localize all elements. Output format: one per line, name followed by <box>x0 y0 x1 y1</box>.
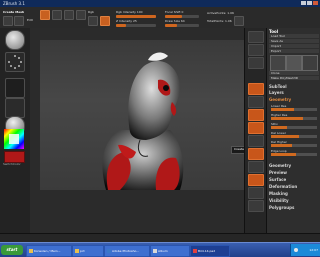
left-shelf: SwitchColor <box>0 28 31 233</box>
section-surface[interactable]: Surface <box>269 177 286 182</box>
texture-icon[interactable] <box>5 98 25 118</box>
canvas-viewport[interactable] <box>40 40 244 190</box>
draw-size-label: Draw Size 64 <box>165 19 185 23</box>
section-preview[interactable]: Preview <box>269 170 287 175</box>
sdiv-slider[interactable] <box>271 126 317 129</box>
brush-icon[interactable] <box>5 30 25 50</box>
actual-button[interactable] <box>248 57 264 69</box>
folder-icon <box>75 249 79 253</box>
focal-shift-slider[interactable] <box>165 15 199 18</box>
system-tray: 12:07 <box>290 244 320 256</box>
section-polygroups[interactable]: Polygroups <box>269 205 294 210</box>
make-polymesh-button[interactable]: Make PolyMesh3D <box>269 76 319 80</box>
save-as-button[interactable]: Save As <box>269 39 319 43</box>
taskbar-item[interactable]: Konsolen / Mein... <box>26 245 72 257</box>
z-intensity-slider[interactable] <box>116 24 156 27</box>
section-deformation[interactable]: Deformation <box>269 184 297 189</box>
symmetry-button[interactable] <box>234 16 244 26</box>
subtool-header[interactable]: SubTool <box>269 84 287 89</box>
photoshop-icon <box>107 249 111 253</box>
polyf-button[interactable] <box>248 187 264 199</box>
move-view-button[interactable] <box>248 148 264 160</box>
tool-thumbnail-3[interactable] <box>302 55 318 71</box>
color-picker[interactable] <box>3 128 25 150</box>
taskbar-item[interactable]: pct <box>72 245 104 257</box>
tool-palette: Tool Load Tool Save As Import Export Clo… <box>266 28 320 233</box>
frame-button[interactable] <box>248 135 264 147</box>
close-button[interactable] <box>313 1 318 5</box>
top-toolbar: Create Mesh Edit Rgb Rgb Intensity 100 Z… <box>0 7 320 29</box>
taskbar-item[interactable]: Adobe Photosho... <box>104 245 150 257</box>
sculpt-model <box>102 52 184 190</box>
scale-view-button[interactable] <box>248 161 264 173</box>
rotate-view-button[interactable] <box>248 174 264 186</box>
scale-button[interactable] <box>52 10 62 20</box>
del-lower-slider[interactable] <box>271 135 317 138</box>
geometry-header[interactable]: Geometry <box>269 97 291 102</box>
tool-thumbnail-2[interactable] <box>286 55 302 71</box>
rotate-button[interactable] <box>64 10 74 20</box>
album-icon <box>153 249 157 253</box>
menu-label[interactable]: Create Mesh <box>3 10 24 14</box>
total-points-label: TotalPoints: 1.06 <box>207 19 232 23</box>
transp-button[interactable] <box>248 200 264 212</box>
maximize-button[interactable] <box>307 1 312 5</box>
load-tool-button[interactable]: Load Tool <box>269 34 319 38</box>
scroll-button[interactable] <box>248 31 264 43</box>
start-button[interactable]: start <box>1 245 23 255</box>
active-points-label: ActivePoints: 1.06 <box>207 11 234 15</box>
minimize-button[interactable] <box>301 1 306 5</box>
move-button[interactable] <box>40 10 50 20</box>
section-visibility[interactable]: Visibility <box>269 198 289 203</box>
window-title: ZBrush 3.1 <box>3 1 25 6</box>
title-bar: ZBrush 3.1 <box>0 0 320 7</box>
lower-res-slider[interactable] <box>271 108 317 111</box>
section-masking[interactable]: Masking <box>269 191 288 196</box>
zbrush-icon <box>193 249 197 253</box>
import-button[interactable]: Import <box>269 44 319 48</box>
rgb-label: Rgb <box>88 10 94 14</box>
taskbar-item-active[interactable]: Bild-14.pad <box>190 245 230 257</box>
higher-res-slider[interactable] <box>271 117 317 120</box>
persp-button[interactable] <box>248 83 264 95</box>
xyz-button[interactable] <box>248 122 264 134</box>
rgb-intensity-slider[interactable] <box>116 15 156 18</box>
section-geometry[interactable]: Geometry <box>269 163 291 168</box>
edge-loop-slider[interactable] <box>271 153 317 156</box>
clone-button[interactable]: Clone <box>269 71 319 75</box>
floor-button[interactable] <box>248 96 264 108</box>
zoom-button[interactable] <box>248 44 264 56</box>
speaker-icon[interactable] <box>294 248 298 252</box>
z-intensity-label: Z Intensity 25 <box>116 19 137 23</box>
alpha-icon[interactable] <box>5 78 25 98</box>
export-button[interactable]: Export <box>269 49 319 53</box>
draw-size-slider[interactable] <box>165 24 199 27</box>
folder-icon <box>29 249 33 253</box>
right-shelf <box>244 28 267 233</box>
taskbar: start Konsolen / Mein... pct Adobe Photo… <box>0 242 320 257</box>
taskbar-item[interactable]: Album <box>150 245 190 257</box>
zsub-button[interactable] <box>100 16 110 26</box>
switch-color-label: SwitchColor <box>3 162 21 166</box>
layers-header[interactable]: Layers <box>269 90 284 95</box>
focal-shift-label: Focal Shift 0 <box>165 10 184 14</box>
edit-button[interactable] <box>3 16 13 26</box>
local-button[interactable] <box>248 109 264 121</box>
del-higher-slider[interactable] <box>271 144 317 147</box>
tool-thumbnail[interactable] <box>270 55 286 71</box>
draw-button[interactable] <box>14 16 24 26</box>
edit-label: Edit <box>27 18 33 22</box>
mrgb-button[interactable] <box>76 10 86 20</box>
zadd-button[interactable] <box>88 16 98 26</box>
stroke-icon[interactable] <box>5 52 25 72</box>
clock: 12:07 <box>309 248 318 252</box>
rgb-intensity-label: Rgb Intensity 100 <box>116 10 143 14</box>
